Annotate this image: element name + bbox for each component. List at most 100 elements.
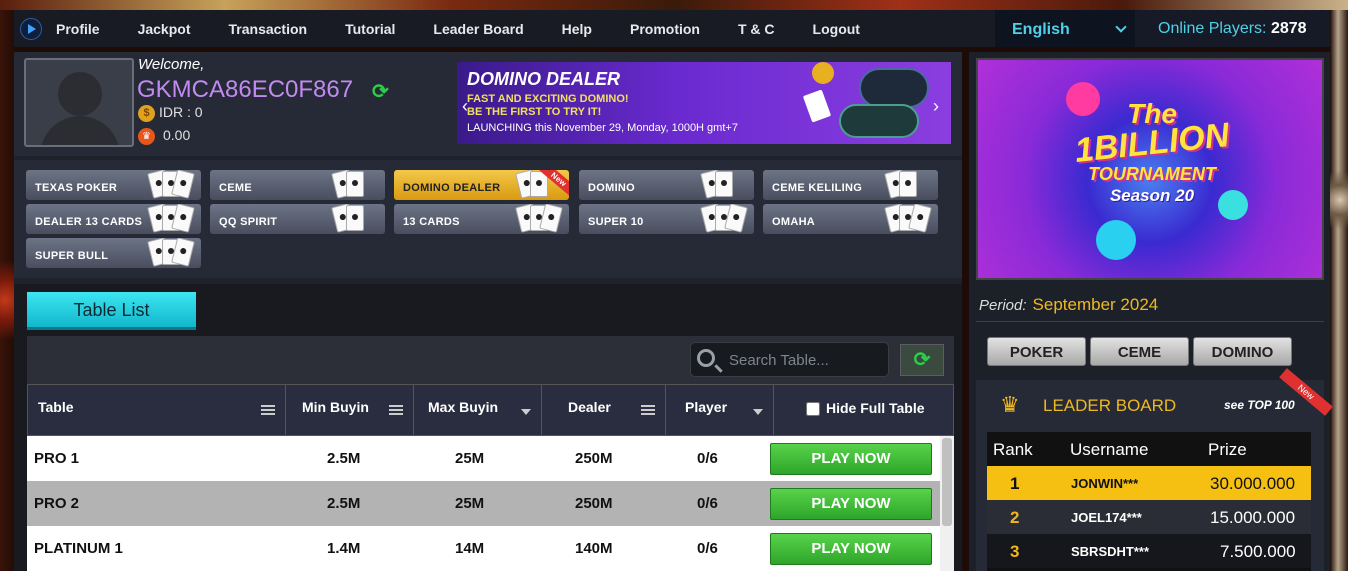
- points: ♛ 0.00: [138, 127, 190, 145]
- sort-down-icon: [753, 409, 763, 415]
- game-qq-spirit[interactable]: QQ SPIRIT: [210, 204, 385, 234]
- game-omaha[interactable]: OMAHA: [763, 204, 938, 234]
- col-player[interactable]: Player: [666, 385, 774, 435]
- banner-line3: LAUNCHING this November 29, Monday, 1000…: [467, 122, 738, 134]
- col-dealer[interactable]: Dealer: [542, 385, 666, 435]
- game-super-10[interactable]: SUPER 10: [579, 204, 754, 234]
- col-max-buyin[interactable]: Max Buyin: [414, 385, 542, 435]
- refresh-icon[interactable]: ⟳: [372, 79, 389, 104]
- tab-poker[interactable]: POKER: [987, 337, 1086, 366]
- nav-tutorial[interactable]: Tutorial: [345, 21, 395, 37]
- game-label: DOMINO: [588, 182, 636, 194]
- nav-logout[interactable]: Logout: [813, 21, 860, 37]
- top-decoration-strip: [0, 0, 1348, 10]
- balance: $ IDR : 0: [138, 104, 203, 122]
- game-ceme-keliling[interactable]: CEME KELILING: [763, 170, 938, 200]
- coin-decoration: [812, 62, 834, 84]
- play-now-button[interactable]: PLAY NOW: [770, 488, 932, 520]
- cell-username: JONWIN***: [1071, 476, 1139, 491]
- game-domino[interactable]: DOMINO: [579, 170, 754, 200]
- nav-help[interactable]: Help: [562, 21, 592, 37]
- col-label: Max Buyin: [428, 399, 499, 415]
- leaderboard-title: LEADER BOARD: [1043, 396, 1177, 415]
- nav-transaction[interactable]: Transaction: [229, 21, 308, 37]
- welcome-text: Welcome,: [138, 56, 205, 73]
- cell-prize: 15.000.000: [1210, 508, 1296, 527]
- game-domino-dealer[interactable]: DOMINO DEALER New: [394, 170, 569, 200]
- leaderboard-tabs: POKER CEME DOMINO: [987, 337, 1296, 366]
- nav-jackpot[interactable]: Jackpot: [138, 21, 191, 37]
- refresh-button[interactable]: ⟳: [900, 344, 944, 376]
- username: GKMCA86EC0F867: [137, 76, 354, 103]
- game-label: CEME KELILING: [772, 182, 863, 194]
- game-super-bull[interactable]: SUPER BULL: [26, 238, 201, 268]
- play-now-button[interactable]: PLAY NOW: [770, 443, 932, 475]
- game-texas-poker[interactable]: TEXAS POKER: [26, 170, 201, 200]
- nav-promotion[interactable]: Promotion: [630, 21, 700, 37]
- cards-icon: [146, 204, 196, 233]
- game-label: TEXAS POKER: [35, 182, 118, 194]
- table-row[interactable]: PRO 1 2.5M 25M 250M 0/6 PLAY NOW: [27, 436, 941, 481]
- cell-name: PLATINUM 1: [34, 540, 123, 557]
- tab-table-list[interactable]: Table List: [27, 292, 196, 330]
- leaderboard: ♛ LEADER BOARD see TOP 100 New Rank User…: [976, 368, 1333, 571]
- chevron-right-icon[interactable]: ›: [933, 96, 939, 117]
- hide-full-checkbox[interactable]: [806, 402, 820, 417]
- game-label: SUPER 10: [588, 216, 644, 228]
- col-label: Player: [685, 399, 728, 415]
- hide-full-toggle[interactable]: Hide Full Table: [774, 385, 954, 435]
- tab-domino[interactable]: DOMINO: [1193, 337, 1292, 366]
- promo-banner[interactable]: DOMINO DEALER FAST AND EXCITING DOMINO! …: [457, 62, 951, 144]
- table-scrollbar[interactable]: [940, 436, 954, 571]
- language-select[interactable]: English: [995, 10, 1135, 47]
- table-row[interactable]: PRO 2 2.5M 25M 250M 0/6 PLAY NOW: [27, 481, 941, 526]
- banner-line2: BE THE FIRST TO TRY IT!: [467, 106, 602, 118]
- nav-leader-board[interactable]: Leader Board: [433, 21, 523, 37]
- table-header: Table Min Buyin Max Buyin Dealer Player …: [27, 384, 954, 436]
- table-row[interactable]: PLATINUM 1 1.4M 14M 140M 0/6 PLAY NOW: [27, 526, 941, 571]
- search-box[interactable]: [690, 342, 889, 377]
- col-min-buyin[interactable]: Min Buyin: [286, 385, 414, 435]
- cell-min: 2.5M: [327, 495, 361, 512]
- online-label: Online Players:: [1158, 20, 1267, 37]
- user-info-box: Welcome, GKMCA86EC0F867 ⟳ $ IDR : 0 ♛ 0.00…: [14, 52, 962, 156]
- col-label: Table: [38, 399, 74, 415]
- top-navbar: Profile Jackpot Transaction Tutorial Lea…: [14, 10, 1330, 47]
- tournament-banner[interactable]: The 1BILLION TOURNAMENT Season 20: [976, 58, 1324, 280]
- game-ceme[interactable]: CEME: [210, 170, 385, 200]
- avatar[interactable]: [24, 58, 134, 147]
- game-label: QQ SPIRIT: [219, 216, 278, 228]
- online-players: Online Players: 2878: [1136, 10, 1330, 47]
- scrollbar-thumb[interactable]: [942, 438, 952, 526]
- tab-ceme[interactable]: CEME: [1090, 337, 1189, 366]
- cell-player: 0/6: [697, 495, 718, 512]
- chevron-left-icon[interactable]: ‹: [462, 96, 468, 117]
- avatar-body-shape: [40, 116, 120, 145]
- logo-icon[interactable]: [20, 17, 42, 40]
- col-table[interactable]: Table: [28, 385, 286, 435]
- language-value: English: [1012, 21, 1070, 38]
- cards-icon: [146, 170, 196, 199]
- game-dealer-13-cards[interactable]: DEALER 13 CARDS: [26, 204, 201, 234]
- sort-icon: [261, 405, 275, 417]
- chevron-down-icon: [1115, 21, 1127, 33]
- hide-full-label: Hide Full Table: [826, 400, 925, 416]
- cell-max: 25M: [455, 495, 485, 512]
- nav-profile[interactable]: Profile: [56, 21, 100, 37]
- nav-terms[interactable]: T & C: [738, 21, 775, 37]
- cell-dealer: 250M: [575, 495, 613, 512]
- play-now-button[interactable]: PLAY NOW: [770, 533, 932, 565]
- game-label: CEME: [219, 182, 252, 194]
- see-top-100-link[interactable]: see TOP 100: [1224, 398, 1295, 412]
- col-prize: Prize: [1208, 440, 1247, 459]
- search-input[interactable]: [729, 349, 879, 371]
- cell-dealer: 250M: [575, 450, 613, 467]
- online-count: 2878: [1270, 20, 1307, 37]
- sort-icon: [389, 405, 403, 417]
- divider: [976, 321, 1324, 322]
- cell-rank: 2: [1010, 508, 1020, 527]
- cell-dealer: 140M: [575, 540, 613, 557]
- game-selector: TEXAS POKER CEME DOMINO DEALER New DOMINO…: [14, 160, 962, 278]
- cell-player: 0/6: [697, 450, 718, 467]
- game-13-cards[interactable]: 13 CARDS: [394, 204, 569, 234]
